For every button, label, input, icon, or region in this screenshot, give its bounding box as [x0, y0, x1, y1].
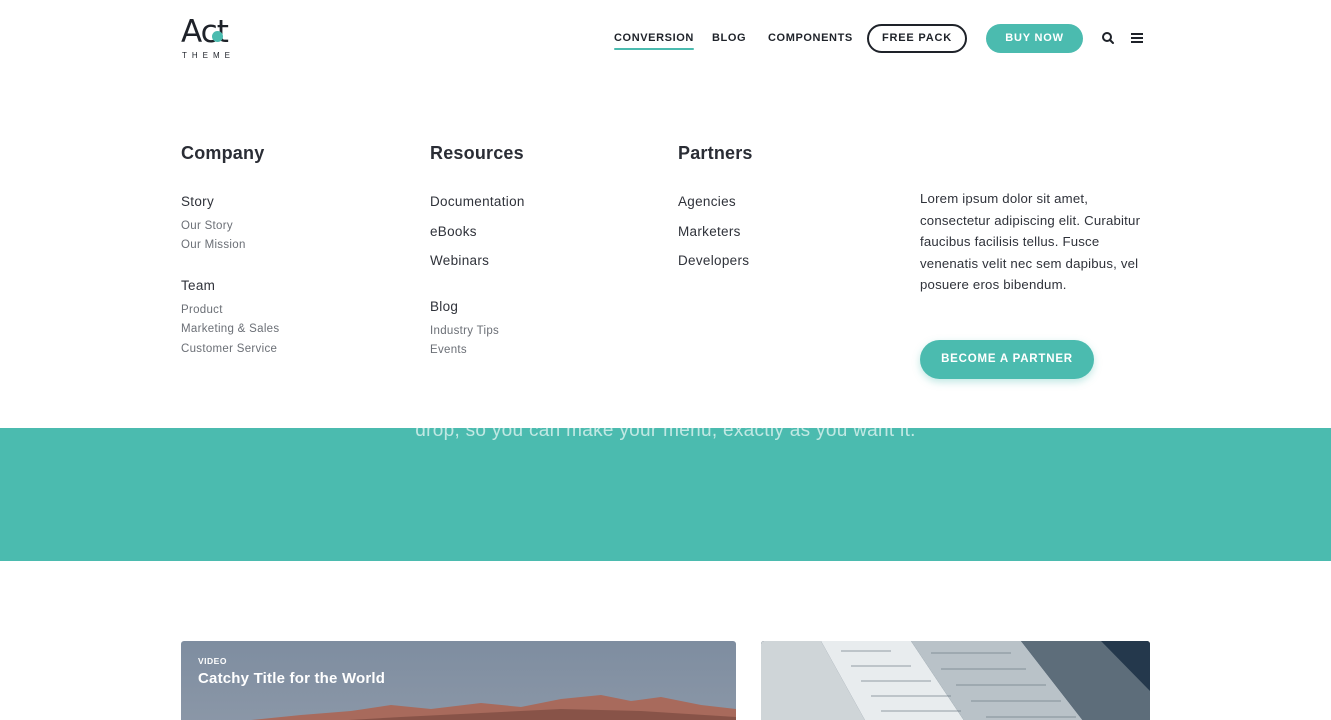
company-column: Company — [181, 142, 264, 164]
logo-dot-icon — [212, 31, 223, 42]
menu-item-industry-tips[interactable]: Industry Tips — [430, 324, 499, 339]
menu-item-marketers[interactable]: Marketers — [678, 223, 741, 241]
menu-item-blog[interactable]: Blog — [430, 298, 458, 316]
menu-item-story[interactable]: Story — [181, 193, 214, 211]
hamburger-menu-icon[interactable] — [1129, 30, 1145, 46]
menu-item-customer-service[interactable]: Customer Service — [181, 342, 277, 357]
nav-blog[interactable]: BLOG — [712, 31, 746, 45]
menu-item-events[interactable]: Events — [430, 343, 467, 358]
partners-heading: Partners — [678, 143, 753, 163]
nav-components[interactable]: COMPONENTS — [768, 31, 853, 45]
menu-item-webinars[interactable]: Webinars — [430, 252, 489, 270]
menu-item-agencies[interactable]: Agencies — [678, 193, 736, 211]
menu-item-our-mission[interactable]: Our Mission — [181, 238, 246, 253]
buy-now-button[interactable]: BUY NOW — [986, 24, 1083, 53]
hero-banner: drop, so you can make your menu, exactly… — [0, 428, 1331, 561]
image-card[interactable] — [761, 641, 1150, 720]
promo-text: Lorem ipsum dolor sit amet, consectetur … — [920, 191, 1141, 292]
become-partner-button[interactable]: BECOME A PARTNER — [920, 340, 1094, 379]
mega-menu: Company Story Our Story Our Mission Team… — [0, 78, 1331, 428]
menu-item-developers[interactable]: Developers — [678, 252, 749, 270]
free-pack-button[interactable]: FREE PACK — [867, 24, 967, 53]
resources-column: Resources — [430, 142, 524, 164]
site-header: Act THEME CONVERSION BLOG COMPONENTS FRE… — [0, 0, 1331, 78]
company-heading: Company — [181, 143, 265, 163]
card-tag: VIDEO — [198, 656, 227, 666]
menu-item-marketing-sales[interactable]: Marketing & Sales — [181, 322, 279, 337]
nav-conversion[interactable]: CONVERSION — [614, 31, 694, 50]
menu-item-our-story[interactable]: Our Story — [181, 219, 233, 234]
menu-item-ebooks[interactable]: eBooks — [430, 223, 477, 241]
search-icon[interactable] — [1100, 30, 1116, 46]
partners-column: Partners — [678, 142, 753, 164]
logo[interactable]: Act THEME — [181, 14, 241, 62]
resources-heading: Resources — [430, 143, 524, 163]
card-title: Catchy Title for the World — [198, 670, 386, 687]
building-image — [761, 641, 1150, 720]
menu-item-team[interactable]: Team — [181, 277, 215, 295]
menu-item-product[interactable]: Product — [181, 303, 223, 318]
logo-subtitle: THEME — [182, 51, 235, 60]
hero-subtitle: drop, so you can make your menu, exactly… — [415, 428, 916, 441]
mountain-image — [251, 695, 736, 720]
video-card[interactable]: VIDEO Catchy Title for the World — [181, 641, 736, 720]
menu-item-documentation[interactable]: Documentation — [430, 193, 525, 211]
